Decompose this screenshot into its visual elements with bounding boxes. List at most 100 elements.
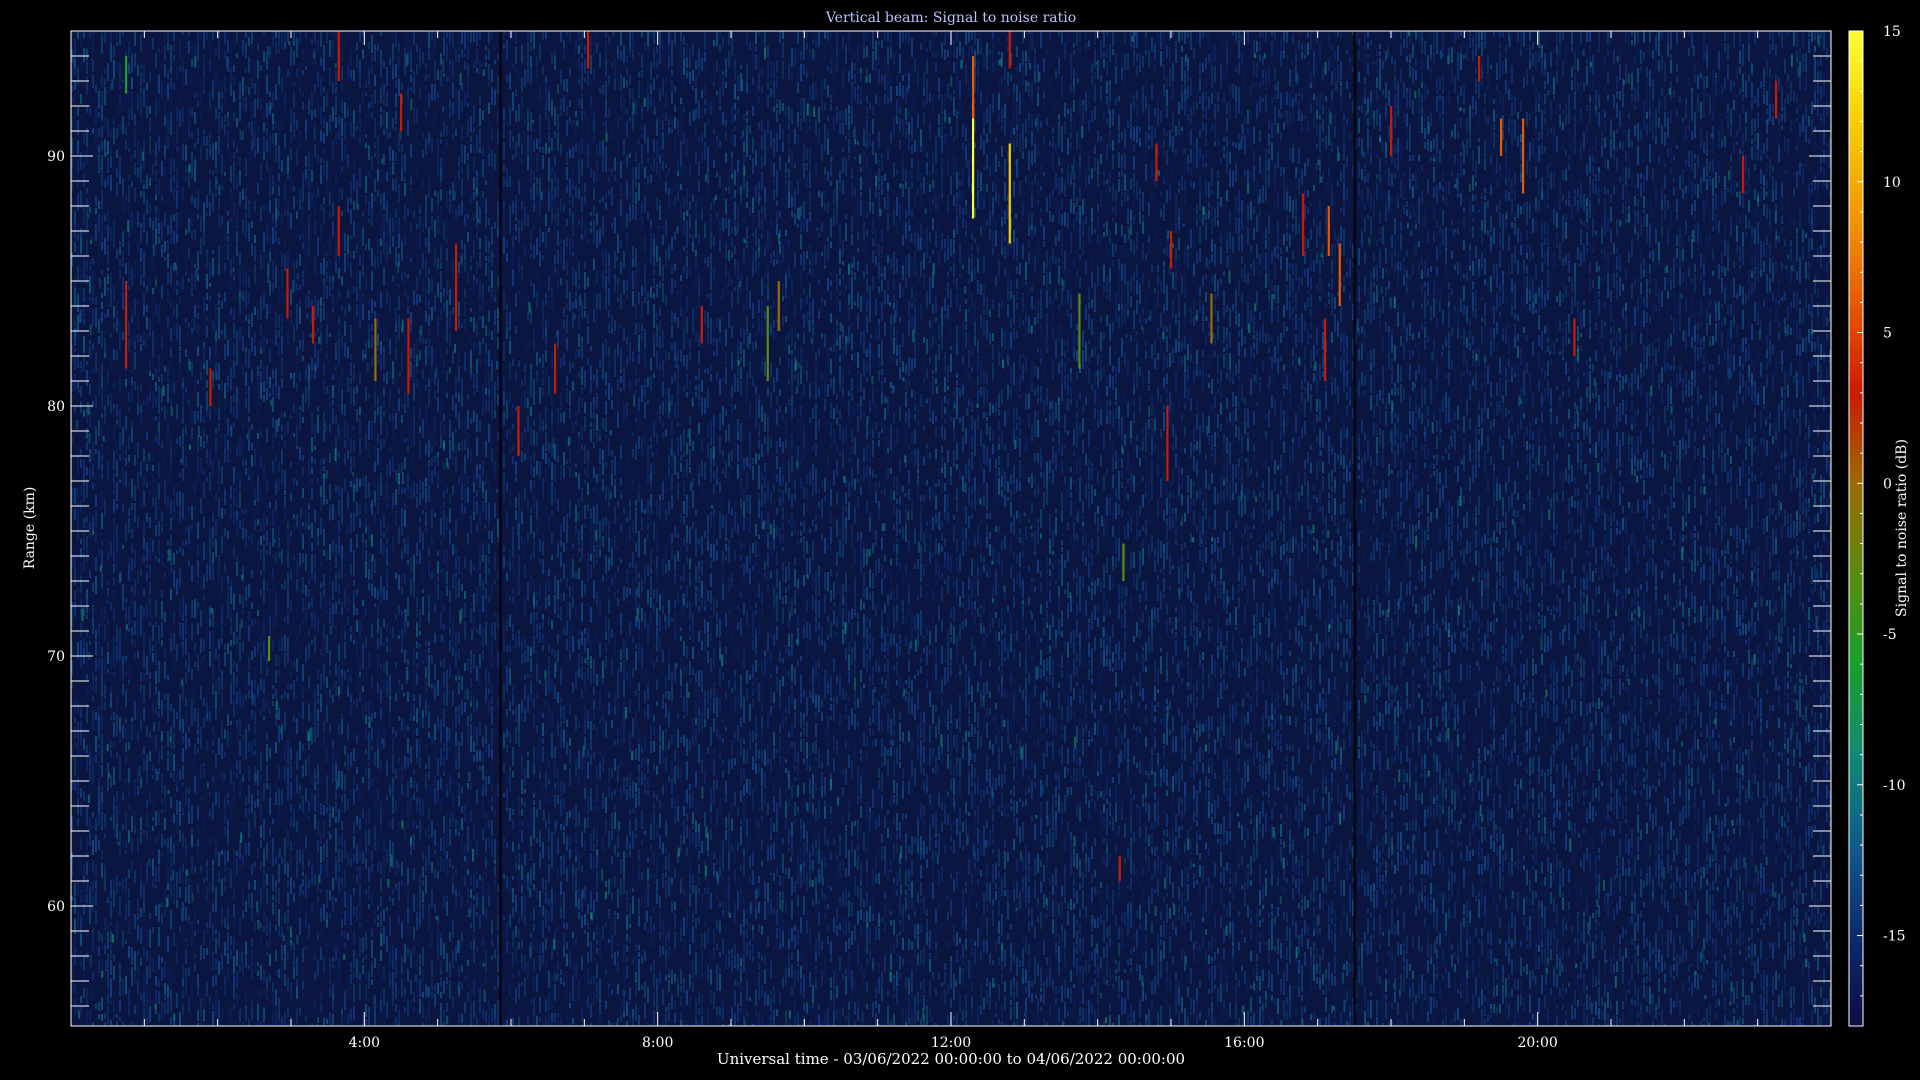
noise-streak [338, 723, 340, 735]
noise-streak [428, 701, 430, 709]
noise-streak [374, 257, 376, 268]
noise-streak [323, 446, 325, 458]
noise-streak [428, 188, 430, 198]
noise-streak [80, 228, 82, 238]
noise-streak [395, 982, 397, 999]
noise-streak [431, 655, 433, 663]
noise-streak [86, 428, 88, 439]
noise-streak [278, 927, 280, 937]
noise-streak [272, 895, 274, 900]
noise-streak [347, 596, 349, 605]
noise-streak [227, 836, 229, 843]
noise-streak [269, 281, 271, 291]
noise-streak [215, 838, 217, 846]
noise-streak [305, 180, 307, 187]
noise-streak [107, 176, 109, 186]
noise-streak [155, 671, 157, 684]
noise-streak [77, 818, 79, 826]
noise-streak [374, 1007, 376, 1025]
noise-streak [110, 686, 112, 693]
noise-streak [155, 185, 157, 194]
noise-streak [383, 439, 385, 446]
noise-streak [422, 133, 424, 138]
noise-streak [146, 950, 148, 961]
noise-streak [155, 905, 157, 916]
noise-streak [221, 606, 223, 624]
noise-streak [92, 464, 94, 478]
noise-streak [92, 554, 94, 566]
noise-streak [215, 770, 217, 788]
noise-streak [320, 612, 322, 616]
noise-streak [302, 92, 304, 97]
noise-streak [320, 674, 322, 690]
noise-streak [197, 148, 199, 153]
noise-streak [83, 669, 85, 679]
noise-streak [380, 663, 382, 669]
noise-streak [284, 635, 286, 651]
noise-streak [380, 981, 382, 992]
noise-streak [437, 871, 439, 879]
noise-streak [398, 43, 400, 53]
noise-streak [356, 747, 358, 751]
noise-streak [143, 673, 145, 680]
noise-streak [365, 1004, 367, 1017]
noise-streak [164, 406, 166, 420]
noise-streak [278, 998, 280, 1011]
noise-streak [224, 797, 226, 806]
noise-streak [104, 878, 106, 891]
noise-streak [188, 885, 190, 904]
noise-streak [134, 266, 136, 278]
noise-streak [113, 499, 115, 513]
noise-streak [296, 821, 298, 832]
noise-streak [389, 459, 391, 476]
noise-streak [275, 979, 277, 984]
noise-streak [170, 589, 172, 600]
noise-streak [347, 546, 349, 561]
noise-streak [92, 929, 94, 933]
noise-streak [95, 427, 97, 445]
noise-streak [251, 121, 253, 137]
noise-streak [320, 459, 322, 465]
noise-streak [302, 879, 304, 886]
noise-streak [74, 883, 76, 896]
noise-streak [149, 204, 151, 214]
noise-streak [437, 226, 439, 234]
noise-streak [386, 761, 388, 776]
noise-streak [287, 175, 289, 179]
noise-streak [365, 715, 367, 724]
noise-streak [128, 508, 130, 516]
noise-streak [140, 405, 142, 413]
noise-streak [101, 812, 103, 830]
noise-streak [86, 807, 88, 826]
noise-streak [437, 860, 439, 866]
noise-streak [158, 665, 160, 683]
noise-streak [275, 133, 277, 146]
noise-streak [416, 609, 418, 618]
noise-streak [407, 543, 409, 556]
noise-streak [440, 546, 442, 565]
noise-streak [338, 188, 340, 195]
noise-streak [347, 423, 349, 441]
noise-streak [257, 942, 259, 957]
noise-streak [287, 572, 289, 581]
noise-streak [221, 625, 223, 636]
noise-streak [209, 202, 211, 216]
noise-streak [362, 533, 364, 543]
noise-streak [326, 161, 328, 180]
noise-streak [212, 80, 214, 99]
noise-streak [227, 1007, 229, 1019]
noise-streak [422, 419, 424, 438]
noise-streak [353, 762, 355, 768]
noise-streak [101, 232, 103, 240]
noise-streak [212, 565, 214, 580]
noise-streak [191, 566, 193, 582]
noise-streak [260, 792, 262, 802]
noise-streak [254, 870, 256, 877]
noise-streak [359, 851, 361, 861]
noise-streak [320, 468, 322, 481]
noise-streak [380, 205, 382, 218]
noise-streak [95, 864, 97, 876]
noise-streak [395, 1004, 397, 1012]
noise-streak [152, 775, 154, 779]
noise-streak [161, 407, 163, 411]
